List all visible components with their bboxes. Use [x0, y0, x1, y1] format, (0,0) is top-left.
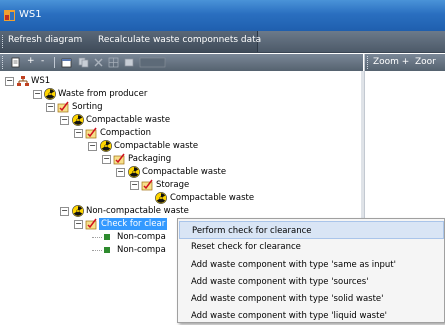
- menu-item-add-same-as-input[interactable]: Add waste component with type 'same as i…: [179, 256, 444, 274]
- radiation-waste-icon: [72, 114, 84, 126]
- tree-node-label: Non-compa: [117, 245, 166, 255]
- radiation-waste-icon: [155, 192, 167, 204]
- tree-node-label: Non-compa: [117, 232, 166, 242]
- tree-node-storage[interactable]: − Storage: [0, 179, 280, 191]
- radiation-waste-icon: [128, 166, 140, 178]
- refresh-diagram-button[interactable]: Refresh diagram: [8, 35, 82, 45]
- tree-node-sorting[interactable]: − Sorting: [0, 101, 220, 113]
- tree-node-compactable-waste[interactable]: − Compactable waste: [0, 140, 260, 152]
- tree-node-label: Storage: [156, 180, 190, 190]
- toolbar-grip-icon[interactable]: [2, 35, 4, 48]
- process-checkbox-icon: [57, 101, 69, 113]
- delete-icon[interactable]: [93, 57, 104, 68]
- tree-node-label: Sorting: [72, 102, 103, 112]
- network-root-icon: [17, 76, 29, 86]
- edit-icon[interactable]: [124, 57, 166, 68]
- collapse-toggle-icon[interactable]: −: [33, 90, 42, 99]
- menu-item-add-liquid-waste[interactable]: Add waste component with type 'liquid wa…: [179, 307, 444, 325]
- window-title-bar: WS1: [0, 0, 445, 31]
- grid-icon[interactable]: [108, 57, 119, 68]
- tree-node-non-compactable-waste[interactable]: − Non-compactable waste: [0, 205, 240, 217]
- app-icon: [4, 10, 15, 21]
- collapse-toggle-icon[interactable]: −: [130, 181, 139, 190]
- tree-line: [92, 237, 102, 238]
- radiation-waste-icon: [72, 205, 84, 217]
- process-checkbox-icon: [85, 218, 97, 230]
- tree-node-label: Waste from producer: [58, 89, 148, 99]
- copy-icon[interactable]: [78, 57, 89, 68]
- radiation-waste-icon: [44, 88, 56, 100]
- recalculate-waste-button[interactable]: Recalculate waste componnets data: [98, 35, 261, 45]
- tree-node-label: Non-compactable waste: [86, 206, 189, 216]
- tree-node-check-for-clearance[interactable]: − Check for clear: [0, 218, 200, 230]
- tree-node-label-selected: Check for clear: [99, 218, 168, 230]
- main-toolbar: Refresh diagram Recalculate waste compon…: [0, 31, 445, 53]
- tree-node-compaction[interactable]: − Compaction: [0, 127, 240, 139]
- menu-item-add-sources[interactable]: Add waste component with type 'sources': [179, 273, 444, 291]
- tree-toolbar: + -: [0, 54, 363, 71]
- collapse-toggle-icon[interactable]: −: [88, 142, 97, 151]
- tree-node-label: WS1: [31, 76, 51, 86]
- diagram-toolbar-grip-icon[interactable]: [367, 56, 369, 69]
- collapse-button[interactable]: -: [41, 56, 44, 66]
- collapse-toggle-icon[interactable]: −: [74, 220, 83, 229]
- tree-node-non-compactable-component[interactable]: Non-compa: [0, 231, 200, 243]
- process-checkbox-icon: [113, 153, 125, 165]
- collapse-toggle-icon[interactable]: −: [74, 129, 83, 138]
- process-checkbox-icon: [141, 179, 153, 191]
- toolbar-separator: [54, 57, 55, 68]
- tree-node-non-compactable-component[interactable]: Non-compa: [0, 244, 200, 256]
- diagram-toolbar: Zoom + Zoor: [365, 54, 445, 71]
- collapse-toggle-icon[interactable]: −: [102, 155, 111, 164]
- zoom-out-button[interactable]: Zoor: [415, 57, 436, 67]
- collapse-toggle-icon[interactable]: −: [46, 103, 55, 112]
- zoom-in-button[interactable]: Zoom +: [373, 57, 409, 67]
- tree-node-label: Compactable waste: [170, 193, 255, 203]
- tree-node-label: Compactable waste: [114, 141, 199, 151]
- waste-component-icon: [104, 247, 110, 253]
- tree-node-label: Compactable waste: [142, 167, 227, 177]
- tree-node-waste-from-producer[interactable]: − Waste from producer: [0, 88, 220, 100]
- context-menu: Perform check for clearance Reset check …: [177, 218, 445, 323]
- window-title: WS1: [19, 9, 42, 20]
- tree-node-label: Compaction: [100, 128, 151, 138]
- tree-node-compactable-waste[interactable]: − Compactable waste: [0, 166, 280, 178]
- tree-line: [92, 250, 102, 251]
- tree-node-compactable-waste[interactable]: Compactable waste: [0, 192, 300, 204]
- radiation-waste-icon: [100, 140, 112, 152]
- tree-node-label: Compactable waste: [86, 115, 171, 125]
- collapse-toggle-icon[interactable]: −: [5, 77, 14, 86]
- menu-item-add-solid-waste[interactable]: Add waste component with type 'solid was…: [179, 290, 444, 308]
- menu-item-perform-check[interactable]: Perform check for clearance: [179, 221, 444, 239]
- toolbar-strip: Refresh diagram Recalculate waste compon…: [0, 31, 261, 52]
- tree-node-packaging[interactable]: − Packaging: [0, 153, 260, 165]
- waste-component-icon: [104, 234, 110, 240]
- properties-icon[interactable]: [61, 57, 72, 68]
- new-document-icon[interactable]: [10, 57, 21, 68]
- process-checkbox-icon: [85, 127, 97, 139]
- tree-node-label: Packaging: [128, 154, 172, 164]
- tree-toolbar-grip-icon[interactable]: [2, 56, 4, 69]
- collapse-toggle-icon[interactable]: −: [60, 207, 69, 216]
- collapse-toggle-icon[interactable]: −: [60, 116, 69, 125]
- collapse-toggle-icon[interactable]: −: [116, 168, 125, 177]
- expand-button[interactable]: +: [27, 56, 35, 66]
- tree-node-compactable-waste[interactable]: − Compactable waste: [0, 114, 240, 126]
- tree-node-root[interactable]: − WS1: [0, 75, 200, 87]
- menu-item-reset-check[interactable]: Reset check for clearance: [179, 238, 444, 256]
